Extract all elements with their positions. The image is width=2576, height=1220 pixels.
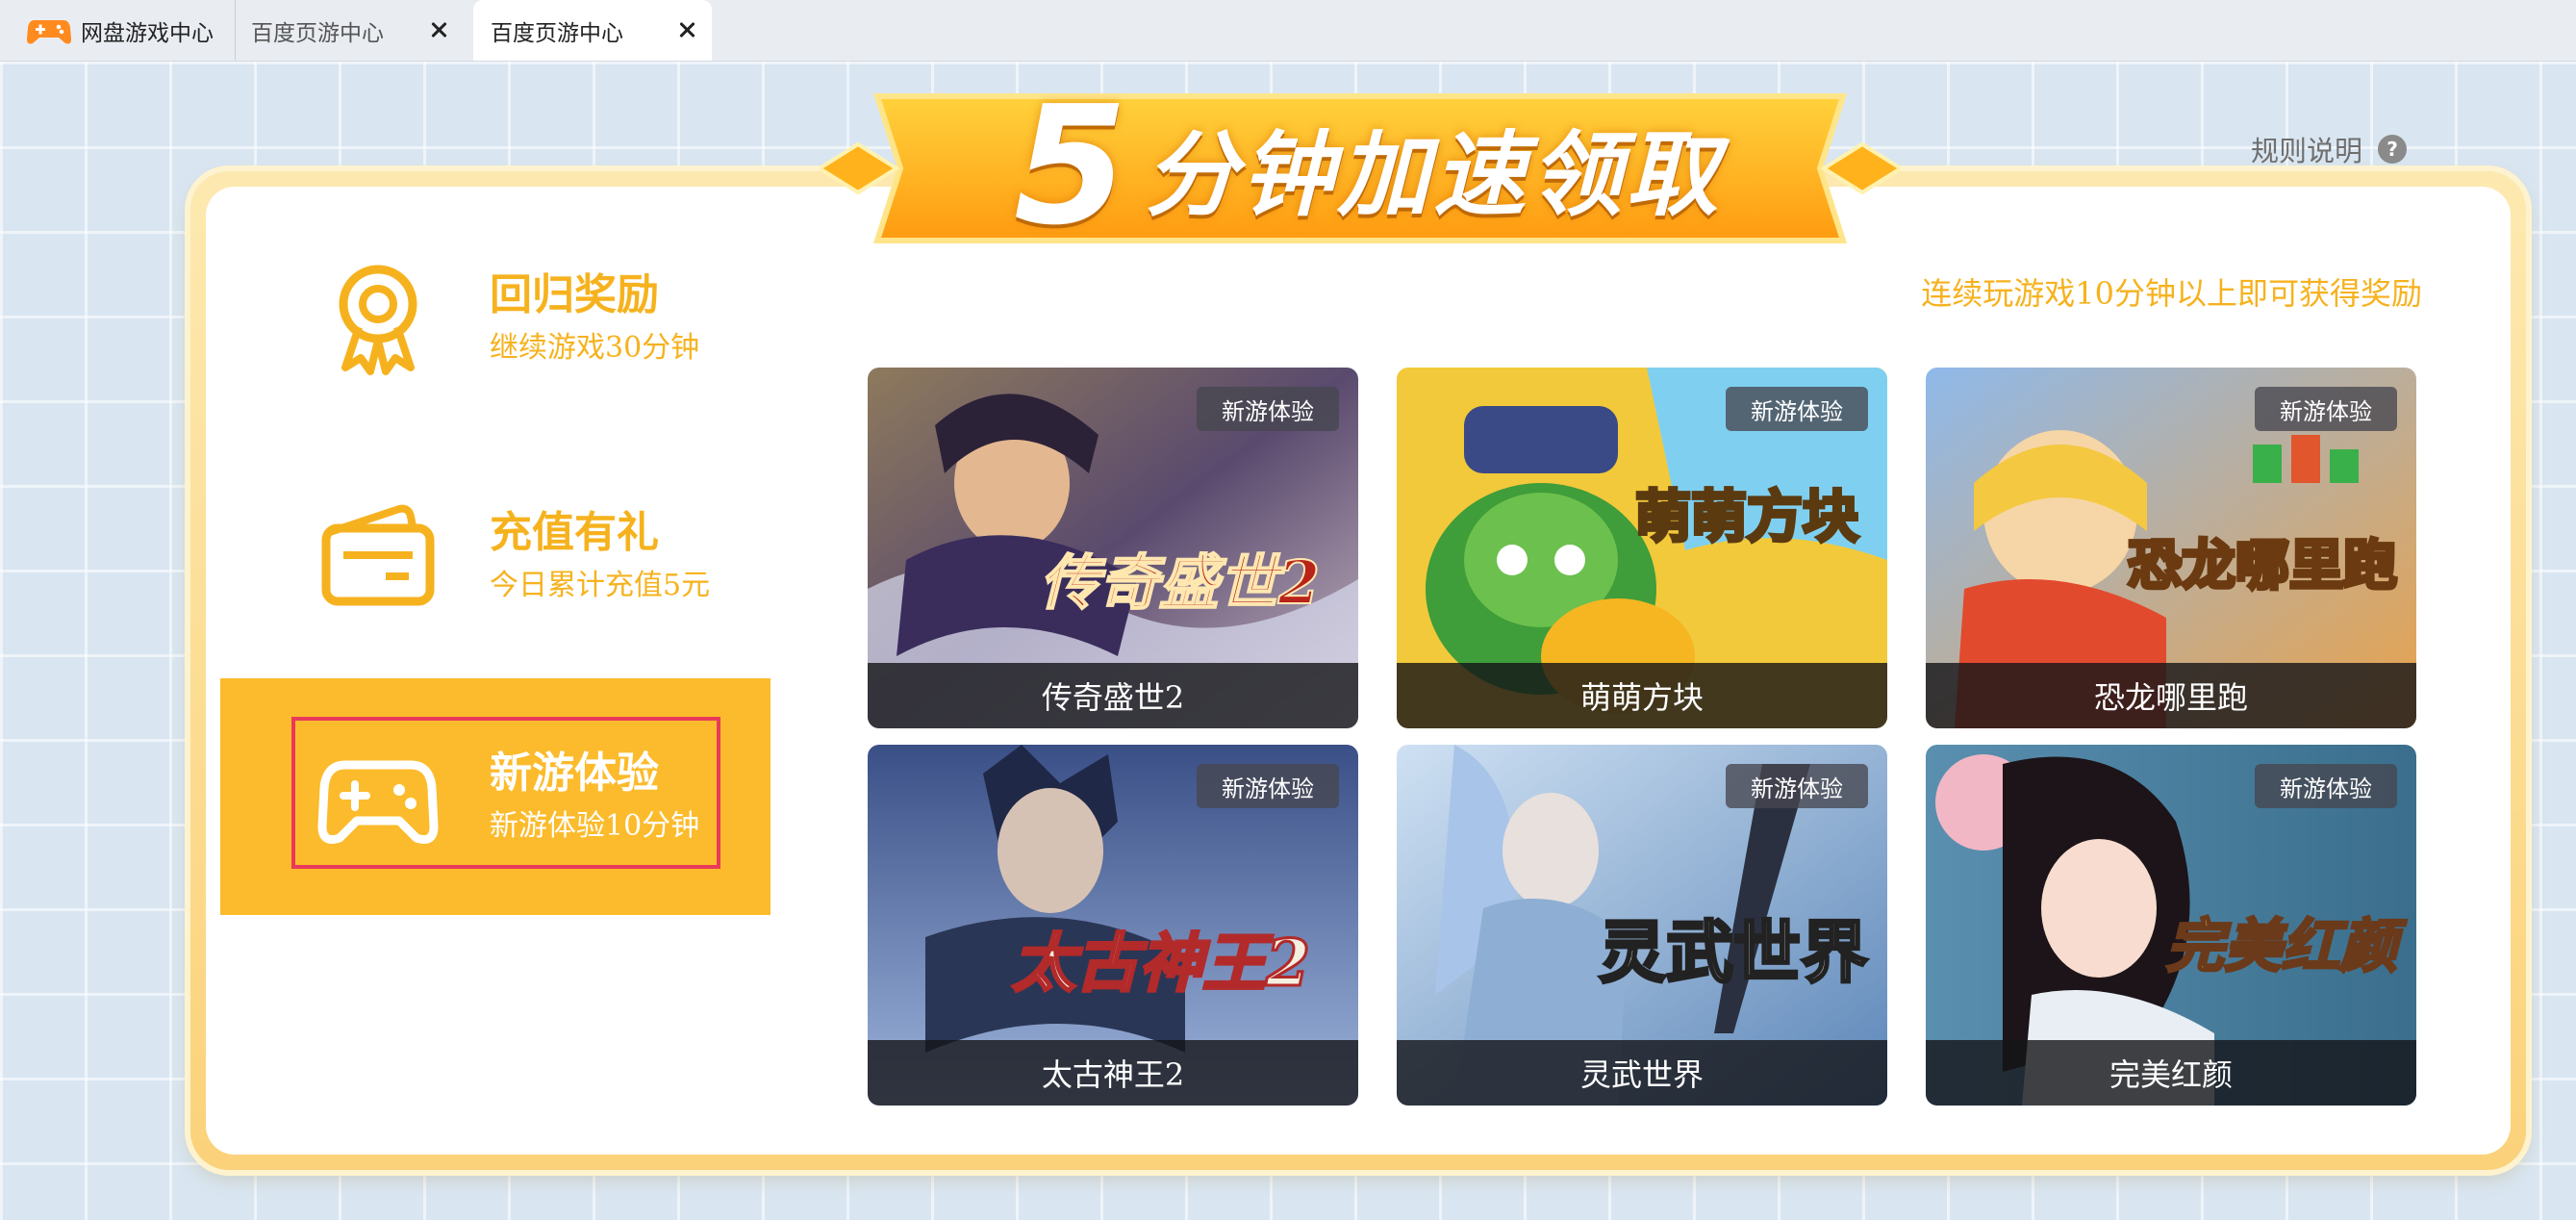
tab-label: 百度页游中心 (491, 20, 623, 46)
svg-text:灵武世界: 灵武世界 (1599, 912, 1868, 992)
game-name: 萌萌方块 (1397, 663, 1887, 728)
game-badge: 新游体验 (2255, 387, 2397, 431)
game-card[interactable]: 完美红颜 新游体验 完美红颜 (1926, 745, 2416, 1106)
award-ribbon-icon (339, 265, 417, 375)
sidebar-item-subtitle: 今日累计充值5元 (490, 569, 711, 602)
game-card[interactable]: 传奇盛世2 新游体验 传奇盛世2 (868, 368, 1358, 728)
game-card[interactable]: 太古神王2 新游体验 太古神王2 (868, 745, 1358, 1106)
game-name: 恐龙哪里跑 (1926, 663, 2416, 728)
tab-bar: 网盘游戏中心 百度页游中心 百度页游中心 (0, 0, 2576, 62)
game-badge: 新游体验 (1726, 764, 1868, 808)
gamepad-icon (317, 760, 439, 844)
tab-game-center[interactable]: 网盘游戏中心 (27, 0, 229, 61)
help-icon: ? (2378, 135, 2408, 164)
sidebar-item-title: 回归奖励 (490, 270, 659, 319)
sidebar-item-title: 新游体验 (490, 749, 659, 798)
game-card[interactable]: 灵武世界 新游体验 灵武世界 (1397, 745, 1887, 1106)
rules-label: 规则说明 (2251, 135, 2363, 167)
svg-text:萌萌方块: 萌萌方块 (1635, 484, 1858, 549)
game-badge: 新游体验 (1726, 387, 1868, 431)
banner-title: 5 分钟加速领取 (954, 85, 1781, 248)
svg-text:太古神王2: 太古神王2 (1012, 926, 1310, 1001)
close-icon[interactable] (429, 20, 448, 39)
sidebar-item-return-reward[interactable]: 回归奖励 继续游戏30分钟 (220, 200, 770, 437)
tab-baidu-web-games-1[interactable]: 百度页游中心 (235, 0, 464, 61)
title-banner: 5 分钟加速领取 (820, 79, 1901, 258)
game-name: 传奇盛世2 (868, 663, 1358, 728)
game-badge: 新游体验 (1197, 764, 1339, 808)
tab-baidu-web-games-2-active[interactable]: 百度页游中心 (473, 0, 712, 61)
banner-text: 分钟加速领取 (1145, 120, 1723, 229)
sidebar-item-subtitle: 新游体验10分钟 (490, 809, 700, 843)
tab-label: 网盘游戏中心 (81, 20, 214, 46)
tab-label: 百度页游中心 (251, 20, 384, 46)
sidebar-item-title: 充值有礼 (490, 508, 659, 557)
sidebar-item-new-game-trial[interactable]: 新游体验 新游体验10分钟 (220, 678, 770, 915)
sidebar-item-recharge-gift[interactable]: 充值有礼 今日累计充值5元 (220, 438, 770, 674)
game-center-logo-icon (27, 19, 71, 43)
sidebar-item-subtitle: 继续游戏30分钟 (490, 331, 700, 365)
wallet-card-icon (321, 504, 435, 606)
svg-text:完美红颜: 完美红颜 (2166, 913, 2407, 980)
reward-tip: 连续玩游戏10分钟以上即可获得奖励 (1921, 275, 2422, 312)
banner-number: 5 (1013, 71, 1128, 262)
game-name: 完美红颜 (1926, 1040, 2416, 1106)
game-badge: 新游体验 (1197, 387, 1339, 431)
game-card[interactable]: 恐龙哪里跑 新游体验 恐龙哪里跑 (1926, 368, 2416, 728)
rules-link[interactable]: 规则说明 ? (2251, 129, 2408, 169)
svg-text:传奇盛世2: 传奇盛世2 (1040, 547, 1320, 618)
svg-text:恐龙哪里跑: 恐龙哪里跑 (2128, 535, 2397, 597)
game-name: 太古神王2 (868, 1040, 1358, 1106)
close-icon[interactable] (677, 20, 696, 39)
game-badge: 新游体验 (2255, 764, 2397, 808)
game-name: 灵武世界 (1397, 1040, 1887, 1106)
game-card[interactable]: 萌萌方块 新游体验 萌萌方块 (1397, 368, 1887, 728)
